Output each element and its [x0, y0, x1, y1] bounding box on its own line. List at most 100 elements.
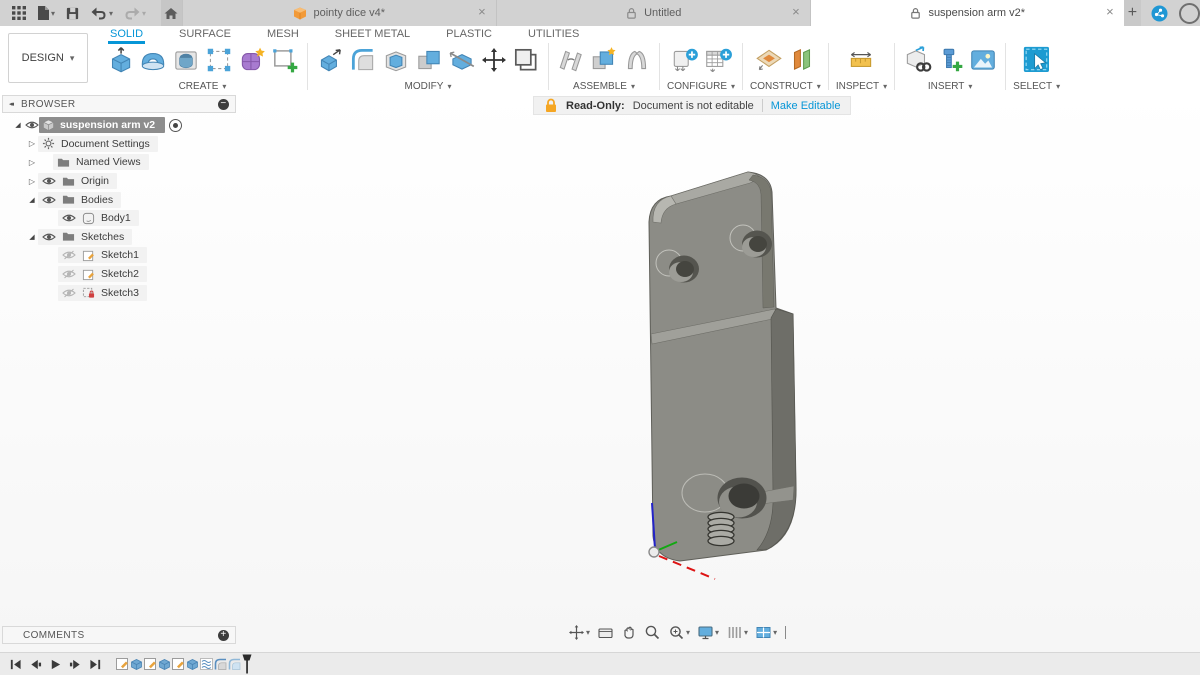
hole-icon[interactable] [171, 45, 201, 75]
app-grid-button[interactable] [7, 0, 31, 26]
eye-icon[interactable] [24, 120, 39, 130]
make-editable-link[interactable]: Make Editable [771, 100, 841, 112]
viewports-button[interactable]: ▾ [753, 624, 779, 641]
look-at-button[interactable] [595, 624, 616, 641]
display-settings-button[interactable]: ▾ [695, 624, 721, 641]
collapse-panel-icon[interactable]: ◂◂ [9, 100, 14, 108]
construction-plane-icon[interactable] [754, 45, 784, 75]
viewport-canvas[interactable]: Read-Only: Document is not editable Make… [0, 90, 1200, 652]
tree-row-sketch1[interactable]: Sketch1 [2, 246, 236, 265]
step-forward-icon[interactable] [69, 658, 82, 671]
timeline-fillet-icon[interactable] [228, 657, 241, 671]
home-icon [164, 7, 178, 19]
tree-row-body1[interactable]: Body1 [2, 209, 236, 228]
tree-row-origin[interactable]: ▷ Origin [2, 172, 236, 191]
fillet-icon[interactable] [348, 45, 378, 75]
play-icon[interactable] [49, 658, 62, 671]
redo-button[interactable]: ▾ [118, 0, 151, 26]
configuration-icon[interactable] [670, 45, 700, 75]
create-sketch-icon[interactable] [270, 45, 300, 75]
eye-off-icon[interactable] [61, 288, 76, 298]
eye-icon[interactable] [41, 195, 56, 205]
add-comment-icon[interactable]: + [218, 629, 229, 641]
timeline-sketch-icon[interactable] [144, 657, 157, 671]
expand-closed-icon[interactable]: ▷ [26, 177, 38, 186]
go-to-end-icon[interactable] [89, 658, 102, 671]
new-tab-button[interactable]: + [1123, 0, 1141, 26]
comments-panel-header[interactable]: COMMENTS + [2, 626, 236, 644]
browser-panel-header[interactable]: ◂◂ BROWSER − [2, 95, 236, 113]
split-body-icon[interactable] [447, 45, 477, 75]
derive-icon[interactable] [902, 45, 932, 75]
timeline-extrude-icon[interactable] [186, 657, 199, 671]
joint-icon[interactable] [556, 45, 586, 75]
tree-row-sketch3[interactable]: Sketch3 [2, 283, 236, 302]
eye-off-icon[interactable] [61, 250, 76, 260]
tree-row-bodies[interactable]: ◢ Bodies [2, 190, 236, 209]
user-avatar[interactable] [1179, 2, 1200, 24]
timeline-sketch-icon[interactable] [116, 657, 129, 671]
new-component-icon[interactable] [589, 45, 619, 75]
expand-open-icon[interactable]: ◢ [26, 233, 38, 241]
timeline-sketch-icon[interactable] [172, 657, 185, 671]
go-to-start-icon[interactable] [9, 658, 22, 671]
extrude-icon[interactable] [105, 45, 135, 75]
grid-snaps-button[interactable]: ▾ [724, 624, 750, 641]
timeline-coil-icon[interactable] [200, 657, 213, 671]
shell-icon[interactable] [381, 45, 411, 75]
close-tab-icon[interactable]: × [1106, 4, 1114, 20]
zoom-button[interactable] [642, 624, 663, 641]
expand-closed-icon[interactable]: ▷ [26, 158, 38, 167]
file-menu-button[interactable]: ▾ [31, 0, 60, 26]
tree-row-sketches[interactable]: ◢ Sketches [2, 228, 236, 247]
tree-row-component-root[interactable]: ◢ suspension arm v2 [2, 116, 236, 135]
save-button[interactable] [60, 0, 85, 26]
undo-button[interactable]: ▾ [85, 0, 118, 26]
eye-icon[interactable] [41, 232, 56, 242]
press-pull-icon[interactable] [315, 45, 345, 75]
remove-panel-icon[interactable]: − [218, 98, 229, 110]
offset-plane-icon[interactable] [787, 45, 817, 75]
insert-fastener-icon[interactable] [935, 45, 965, 75]
activate-component-radio[interactable] [169, 118, 183, 132]
revolve-icon[interactable] [138, 45, 168, 75]
timeline-extrude-icon[interactable] [158, 657, 171, 671]
document-tab-pointy-dice[interactable]: pointy dice v4* × [181, 0, 496, 26]
expand-open-icon[interactable]: ◢ [26, 196, 38, 204]
tree-row-named-views[interactable]: ▷ Named Views [2, 153, 236, 172]
select-icon[interactable] [1021, 44, 1053, 76]
close-tab-icon[interactable]: × [478, 4, 486, 20]
tree-item-label: Sketch1 [101, 249, 139, 262]
document-tab-suspension-arm[interactable]: suspension arm v2* × [809, 0, 1124, 26]
eye-off-icon[interactable] [61, 269, 76, 279]
align-icon[interactable] [511, 45, 541, 75]
insert-image-icon[interactable] [968, 45, 998, 75]
eye-icon[interactable] [41, 176, 56, 186]
close-tab-icon[interactable]: × [792, 4, 800, 20]
step-back-icon[interactable] [29, 658, 42, 671]
eye-icon[interactable] [61, 213, 76, 223]
selected-component[interactable]: suspension arm v2 [39, 117, 166, 134]
document-tab-untitled[interactable]: Untitled × [495, 0, 810, 26]
fusion-jobs-button[interactable] [1151, 5, 1168, 22]
move-copy-icon[interactable] [480, 46, 508, 74]
origin-point[interactable] [648, 546, 660, 558]
timeline-marker[interactable] [242, 654, 252, 674]
workspace-switcher[interactable]: DESIGN ▾ [8, 33, 88, 83]
orbit-button[interactable]: ▾ [566, 624, 592, 641]
tree-row-document-settings[interactable]: ▷ Document Settings [2, 135, 236, 154]
timeline-fillet-icon[interactable] [214, 657, 227, 671]
timeline-extrude-icon[interactable] [130, 657, 143, 671]
combine-icon[interactable] [414, 45, 444, 75]
fit-button[interactable]: ▾ [666, 624, 692, 641]
home-button[interactable] [161, 0, 182, 26]
configuration-table-icon[interactable] [703, 45, 733, 75]
form-icon[interactable] [237, 45, 267, 75]
rectangular-pattern-icon[interactable] [204, 45, 234, 75]
expand-open-icon[interactable]: ◢ [12, 121, 24, 129]
pan-button[interactable] [619, 624, 639, 641]
expand-closed-icon[interactable]: ▷ [26, 139, 38, 148]
as-built-joint-icon[interactable] [622, 45, 652, 75]
tree-row-sketch2[interactable]: Sketch2 [2, 265, 236, 284]
measure-icon[interactable] [846, 45, 876, 75]
